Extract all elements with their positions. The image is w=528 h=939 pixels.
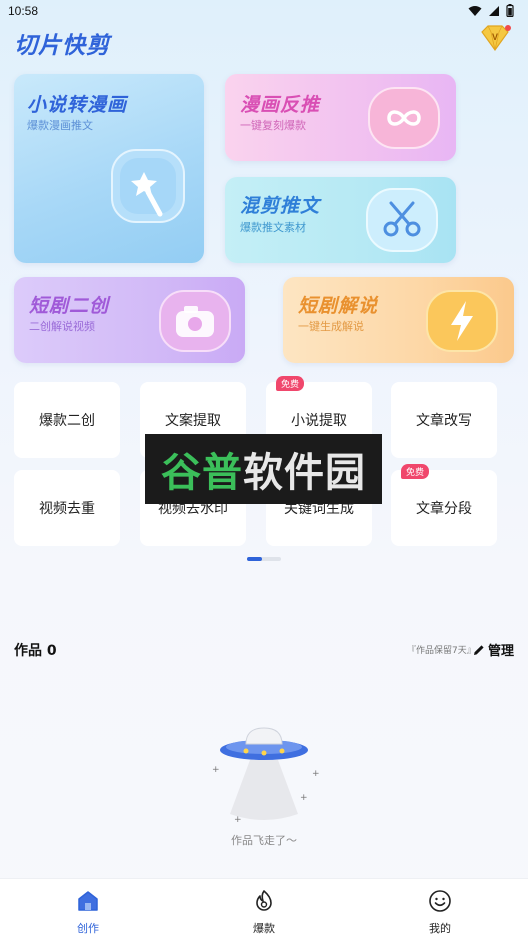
tool-label: 文章分段: [416, 501, 472, 517]
card-mixed-cut[interactable]: 混剪推文 爆款推文素材: [225, 177, 456, 263]
home-icon: [78, 891, 98, 911]
ufo-illustration-icon: + + + +: [212, 727, 320, 822]
card-subtitle: 爆款推文素材: [240, 221, 306, 234]
vip-badge-icon[interactable]: V: [478, 24, 512, 54]
tool-article-rewrite[interactable]: 文章改写: [391, 382, 497, 458]
signal-icon: [489, 5, 499, 16]
nav-label: 我的: [429, 922, 451, 935]
card-short-drama-commentary[interactable]: 短剧解说 一键生成解说: [283, 277, 514, 363]
svg-text:V: V: [492, 32, 498, 42]
free-badge: 免费: [276, 376, 305, 391]
card-short-drama-remix[interactable]: 短剧二创 二创解说视频: [14, 277, 245, 363]
card-title: 短剧二创: [29, 295, 110, 317]
tool-label: 文案提取: [165, 413, 221, 429]
wifi-icon: [468, 5, 482, 16]
infinity-icon: [368, 87, 440, 149]
tool-video-dedup[interactable]: 视频去重: [14, 470, 120, 546]
card-title: 短剧解说: [298, 295, 379, 317]
watermark-text-green: 谷普: [161, 450, 243, 496]
card-subtitle: 爆款漫画推文: [27, 119, 93, 132]
card-subtitle: 一键生成解说: [298, 320, 364, 333]
works-title: 作品 0: [14, 643, 57, 659]
free-badge: 免费: [401, 464, 430, 479]
card-title: 漫画反推: [240, 94, 321, 116]
bottom-nav: 创作 爆款 我的: [0, 878, 528, 939]
card-title: 混剪推文: [240, 195, 321, 217]
svg-text:+: +: [300, 793, 308, 803]
magic-wand-icon: [111, 149, 185, 223]
tool-label: 视频去重: [39, 501, 95, 517]
status-icons: [468, 4, 514, 17]
page-indicator-active: [247, 557, 262, 561]
tool-label: 文章改写: [416, 413, 472, 429]
app-title: 切片快剪: [14, 33, 110, 59]
scissors-icon: [366, 188, 438, 252]
manage-label: 管理: [488, 644, 515, 659]
camera-icon: [159, 290, 231, 352]
watermark-text-white: 软件园: [243, 450, 366, 496]
smile-face-icon: [429, 890, 451, 912]
pencil-icon: [474, 644, 484, 655]
empty-state-text: 作品飞走了～: [231, 834, 297, 847]
tool-label: 爆款二创: [39, 413, 95, 429]
watermark-logo: 谷普 软件园: [145, 434, 382, 504]
svg-text:+: +: [212, 765, 220, 775]
nav-label: 创作: [77, 922, 99, 935]
svg-text:+: +: [312, 769, 320, 779]
tool-article-split[interactable]: 免费 文章分段: [391, 464, 497, 546]
card-subtitle: 一键复刻爆款: [240, 119, 306, 132]
page-indicator: [247, 557, 281, 561]
nav-create[interactable]: 创作: [48, 879, 128, 939]
svg-text:+: +: [234, 815, 242, 822]
manage-button[interactable]: 管理: [473, 640, 514, 659]
status-time: 10:58: [8, 4, 39, 18]
card-subtitle: 二创解说视频: [29, 320, 95, 333]
nav-label: 爆款: [253, 922, 275, 935]
lightning-icon: [426, 290, 498, 352]
card-novel-to-comic[interactable]: 小说转漫画 爆款漫画推文: [14, 74, 204, 263]
battery-icon: [506, 4, 514, 17]
nav-hot[interactable]: 爆款: [224, 879, 304, 939]
nav-mine[interactable]: 我的: [400, 879, 480, 939]
flame-icon: [256, 890, 272, 911]
works-retention-note: 『作品保留7天』: [407, 646, 476, 656]
tool-label: 小说提取: [291, 413, 347, 429]
card-comic-reverse[interactable]: 漫画反推 一键复刻爆款: [225, 74, 456, 161]
tool-viral-remix[interactable]: 爆款二创: [14, 382, 120, 458]
status-bar: 10:58: [0, 0, 528, 22]
card-title: 小说转漫画: [27, 94, 128, 116]
